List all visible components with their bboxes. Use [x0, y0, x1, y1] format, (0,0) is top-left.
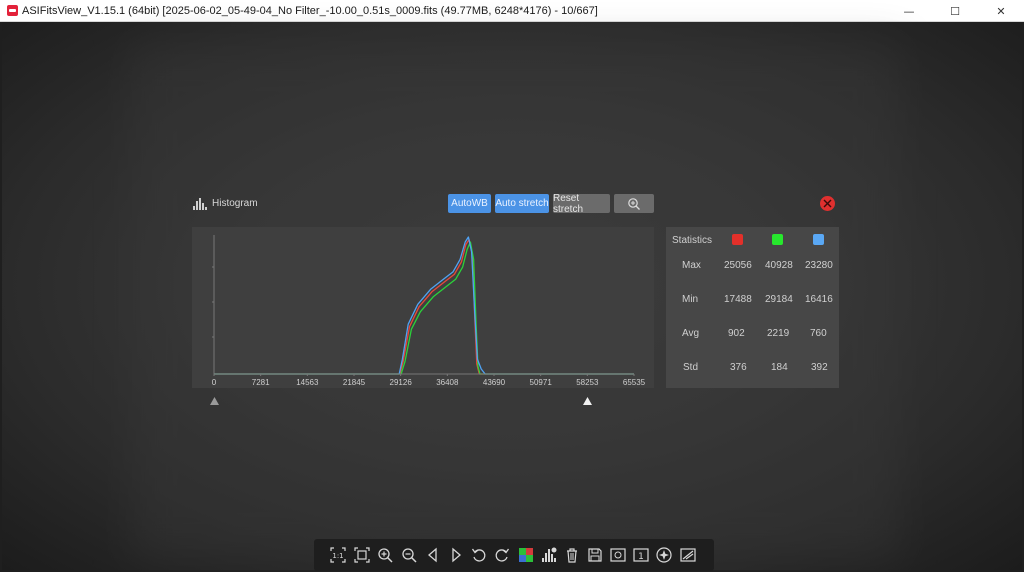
stat-label-max: Max — [682, 260, 701, 271]
window-title: ASIFitsView_V1.15.1 (64bit) [2025-06-02_… — [22, 4, 598, 17]
maximize-button[interactable]: ☐ — [932, 0, 978, 22]
app-logo-icon — [7, 5, 18, 16]
histogram-series-green — [214, 241, 634, 375]
white-point-slider-handle[interactable] — [582, 397, 592, 405]
x-tick-label: 65535 — [623, 378, 646, 387]
annotate-icon[interactable] — [680, 547, 696, 563]
histogram-plot: 0 7281 14563 21845 29126 36408 43690 50971 58253… — [212, 235, 646, 387]
x-tick-label: 14563 — [296, 378, 319, 387]
stat-avg-green: 2219 — [767, 328, 790, 339]
auto-stretch-button[interactable]: Auto stretch — [495, 194, 549, 213]
x-tick-label: 43690 — [483, 378, 506, 387]
histogram-icon[interactable] — [541, 547, 557, 563]
title-bar: ASIFitsView_V1.15.1 (64bit) [2025-06-02_… — [0, 0, 1024, 22]
stat-std-red: 376 — [730, 362, 747, 373]
histogram-zoom-button[interactable] — [614, 194, 654, 213]
x-tick-label: 29126 — [390, 378, 413, 387]
black-point-slider-handle[interactable] — [209, 397, 219, 405]
rotate-right-icon[interactable] — [494, 547, 510, 563]
bottom-toolbar: 1:1 1 — [314, 539, 714, 571]
next-icon[interactable] — [448, 547, 464, 563]
blue-channel-swatch — [813, 234, 824, 245]
x-tick-label: 58253 — [576, 378, 599, 387]
histogram-series-blue — [214, 236, 634, 375]
histogram-icon — [193, 198, 207, 210]
save-icon[interactable] — [587, 547, 603, 563]
x-tick-label: 36408 — [436, 378, 459, 387]
x-tick-label: 50971 — [530, 378, 553, 387]
star-detect-icon[interactable] — [656, 547, 672, 563]
stat-label-std: Std — [683, 362, 699, 373]
stat-label-min: Min — [682, 294, 699, 305]
stat-min-red: 17488 — [724, 294, 752, 305]
stat-avg-blue: 760 — [810, 328, 827, 339]
histogram-close-button[interactable] — [820, 196, 835, 211]
previous-icon[interactable] — [425, 547, 441, 563]
histogram-title: Histogram — [212, 198, 258, 209]
svg-text:1:1: 1:1 — [332, 552, 343, 560]
zoom-in-icon[interactable] — [377, 547, 393, 563]
info-icon[interactable] — [610, 547, 626, 563]
statistics-panel: Statistics Max 25056 40928 23280 Min 174… — [666, 227, 839, 388]
stat-max-red: 25056 — [724, 260, 752, 271]
delete-icon[interactable] — [564, 547, 580, 563]
reset-stretch-button[interactable]: Reset stretch — [553, 193, 610, 215]
rotate-left-icon[interactable] — [471, 547, 487, 563]
stat-min-green: 29184 — [765, 294, 793, 305]
svg-text:1: 1 — [638, 552, 644, 562]
red-channel-swatch — [732, 234, 743, 245]
fit-1to1-icon[interactable]: 1:1 — [330, 547, 346, 563]
stat-std-green: 184 — [771, 362, 788, 373]
stat-avg-red: 902 — [728, 328, 745, 339]
close-icon — [823, 199, 832, 208]
close-window-button[interactable]: ✕ — [978, 0, 1024, 22]
stat-std-blue: 392 — [811, 362, 828, 373]
fit-window-icon[interactable] — [354, 547, 370, 563]
stat-label-avg: Avg — [682, 328, 700, 339]
x-tick-label: 0 — [212, 378, 217, 387]
stat-max-blue: 23280 — [805, 260, 833, 271]
autowb-button[interactable]: AutoWB — [448, 194, 491, 213]
minimize-button[interactable]: — — [886, 0, 932, 22]
green-channel-swatch — [772, 234, 783, 245]
debayer-icon[interactable] — [518, 547, 534, 563]
histogram-header: Histogram AutoWB Auto stretch Reset stre… — [192, 193, 842, 217]
stat-min-blue: 16416 — [805, 294, 833, 305]
stat-max-green: 40928 — [765, 260, 793, 271]
statistics-title: Statistics — [672, 235, 713, 246]
histogram-chart[interactable]: 0 7281 14563 21845 29126 36408 43690 50971 58253… — [192, 227, 654, 388]
x-tick-label: 21845 — [343, 378, 366, 387]
one-to-one-icon[interactable]: 1 — [633, 547, 649, 563]
zoom-in-icon — [628, 197, 640, 210]
zoom-out-icon[interactable] — [401, 547, 417, 563]
x-tick-label: 7281 — [252, 378, 270, 387]
